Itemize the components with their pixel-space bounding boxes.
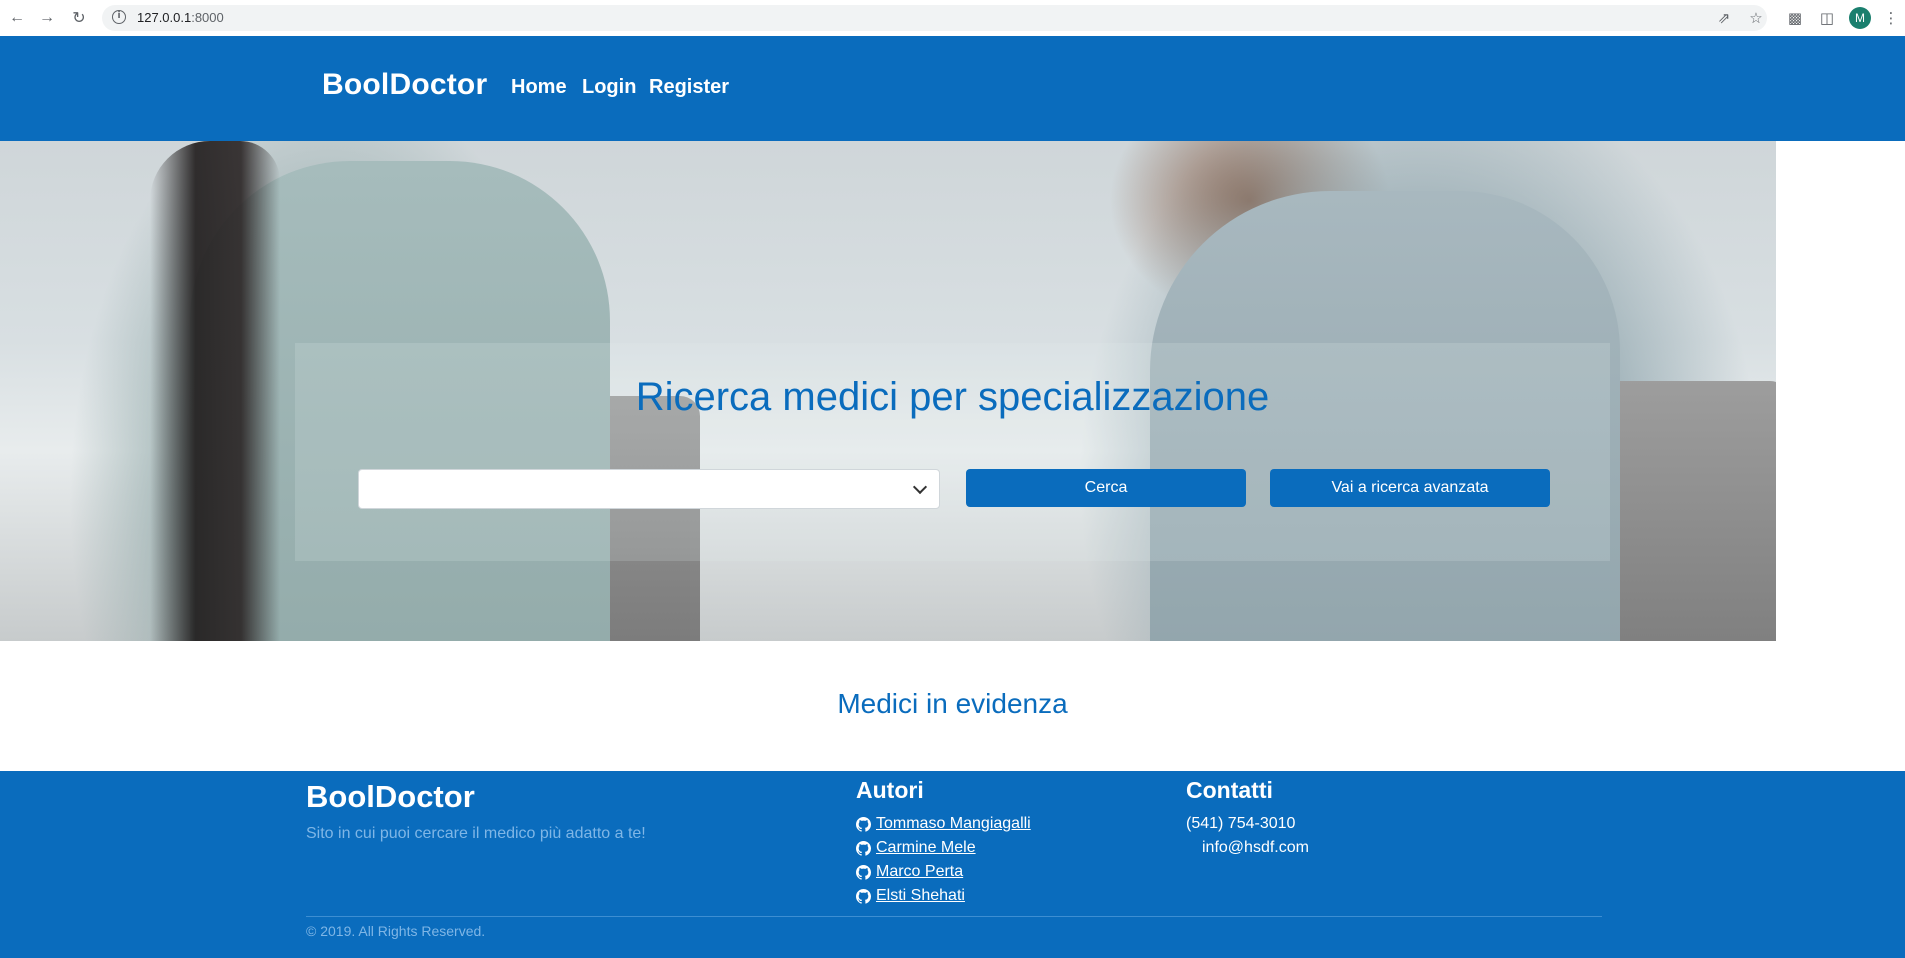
github-icon bbox=[856, 816, 871, 832]
forward-arrow-icon[interactable]: → bbox=[36, 7, 58, 29]
browser-toolbar: ← → ↻ i 127.0.0.1:8000 ⇗ ☆ ▩ ◫ M ⋮ bbox=[0, 0, 1905, 37]
footer-authors-heading: Autori bbox=[856, 777, 924, 803]
github-icon bbox=[856, 888, 871, 904]
hero-section: Ricerca medici per specializzazione Cerc… bbox=[0, 141, 1905, 641]
brand-logo[interactable]: BoolDoctor bbox=[322, 68, 487, 102]
author-item: Carmine Mele bbox=[856, 838, 976, 858]
address-bar[interactable]: i 127.0.0.1:8000 bbox=[102, 5, 1767, 31]
github-icon bbox=[856, 864, 871, 880]
advanced-search-button[interactable]: Vai a ricerca avanzata bbox=[1270, 469, 1550, 507]
address-url: 127.0.0.1:8000 bbox=[137, 10, 224, 25]
github-icon bbox=[856, 840, 871, 856]
nav-login-link[interactable]: Login bbox=[582, 76, 636, 99]
reload-icon[interactable]: ↻ bbox=[68, 7, 90, 29]
hero-title: Ricerca medici per specializzazione bbox=[635, 375, 1270, 419]
author-item: Marco Perta bbox=[856, 862, 963, 882]
author-item: Elsti Shehati bbox=[856, 886, 965, 906]
site-info-icon[interactable]: i bbox=[112, 10, 126, 24]
author-link[interactable]: Elsti Shehati bbox=[876, 887, 965, 905]
author-link[interactable]: Marco Perta bbox=[876, 863, 963, 881]
side-panel-icon[interactable]: ◫ bbox=[1816, 7, 1838, 29]
footer-tagline: Sito in cui puoi cercare il medico più a… bbox=[306, 825, 646, 842]
extensions-puzzle-icon[interactable]: ▩ bbox=[1784, 7, 1806, 29]
search-button[interactable]: Cerca bbox=[966, 469, 1246, 507]
contact-email: info@hsdf.com bbox=[1202, 839, 1309, 856]
featured-doctors-title: Medici in evidenza bbox=[837, 688, 1068, 719]
menu-kebab-icon[interactable]: ⋮ bbox=[1880, 7, 1902, 29]
bookmark-star-icon[interactable]: ☆ bbox=[1745, 7, 1767, 29]
back-arrow-icon[interactable]: ← bbox=[6, 7, 28, 29]
author-item: Tommaso Mangiagalli bbox=[856, 814, 1031, 834]
specialization-select[interactable] bbox=[358, 469, 940, 509]
author-link[interactable]: Carmine Mele bbox=[876, 839, 976, 857]
footer-divider bbox=[306, 916, 1602, 917]
chevron-down-icon bbox=[912, 479, 928, 495]
footer-contacts-heading: Contatti bbox=[1186, 777, 1273, 803]
copyright-text: © 2019. All Rights Reserved. bbox=[306, 923, 486, 939]
author-link[interactable]: Tommaso Mangiagalli bbox=[876, 815, 1031, 833]
footer-brand: BoolDoctor bbox=[306, 779, 475, 814]
nav-register-link[interactable]: Register bbox=[649, 76, 729, 99]
contact-phone: (541) 754-3010 bbox=[1186, 815, 1296, 832]
site-footer: BoolDoctor Sito in cui puoi cercare il m… bbox=[0, 771, 1905, 958]
profile-avatar[interactable]: M bbox=[1849, 7, 1871, 29]
share-icon[interactable]: ⇗ bbox=[1713, 7, 1735, 29]
site-header: BoolDoctor Home Login Register bbox=[0, 36, 1905, 141]
nav-home-link[interactable]: Home bbox=[511, 76, 567, 99]
